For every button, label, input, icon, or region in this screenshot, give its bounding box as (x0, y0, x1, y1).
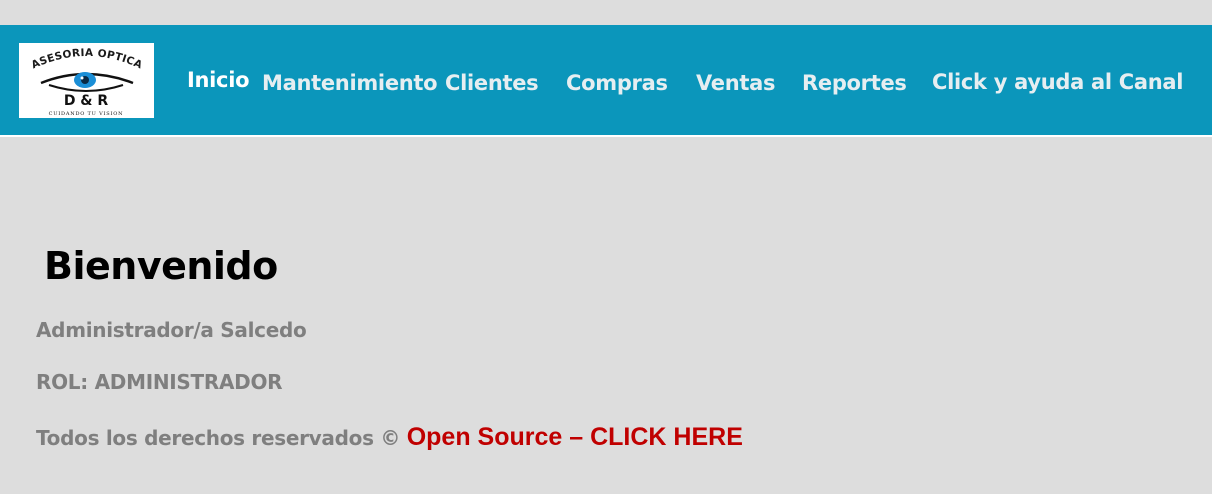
user-name-text: Administrador/a Salcedo (36, 318, 307, 342)
nav-item-reportes[interactable]: Reportes (802, 71, 907, 95)
navbar-divider (0, 135, 1212, 137)
logo-initials: D & R (64, 93, 109, 109)
page-title: Bienvenido (44, 244, 278, 288)
nav-item-mantenimiento[interactable]: Mantenimiento (262, 71, 438, 95)
nav-item-compras[interactable]: Compras (566, 71, 668, 95)
nav-item-inicio[interactable]: Inicio (187, 68, 250, 92)
logo-top-text: ASESORIA OPTICA (30, 47, 145, 72)
logo-tagline: CUIDANDO TU VISION (49, 111, 124, 117)
nav-item-clientes[interactable]: Clientes (445, 71, 539, 95)
nav-item-ventas[interactable]: Ventas (696, 71, 776, 95)
nav-item-ayuda-canal[interactable]: Click y ayuda al Canal (932, 70, 1184, 94)
copyright-line: Todos los derechos reservados © Open Sou… (36, 423, 743, 452)
open-source-link[interactable]: Open Source – CLICK HERE (407, 423, 743, 451)
user-role-text: ROL: ADMINISTRADOR (36, 370, 283, 394)
svg-text:ASESORIA OPTICA: ASESORIA OPTICA (30, 47, 145, 72)
company-logo[interactable]: ASESORIA OPTICA D & R CUIDANDO TU VISION (19, 43, 154, 118)
copyright-text: Todos los derechos reservados © (36, 426, 401, 450)
top-navbar: ASESORIA OPTICA D & R CUIDANDO TU VISION… (0, 25, 1212, 135)
logo-eye-icon: ASESORIA OPTICA D & R CUIDANDO TU VISION (30, 47, 145, 117)
